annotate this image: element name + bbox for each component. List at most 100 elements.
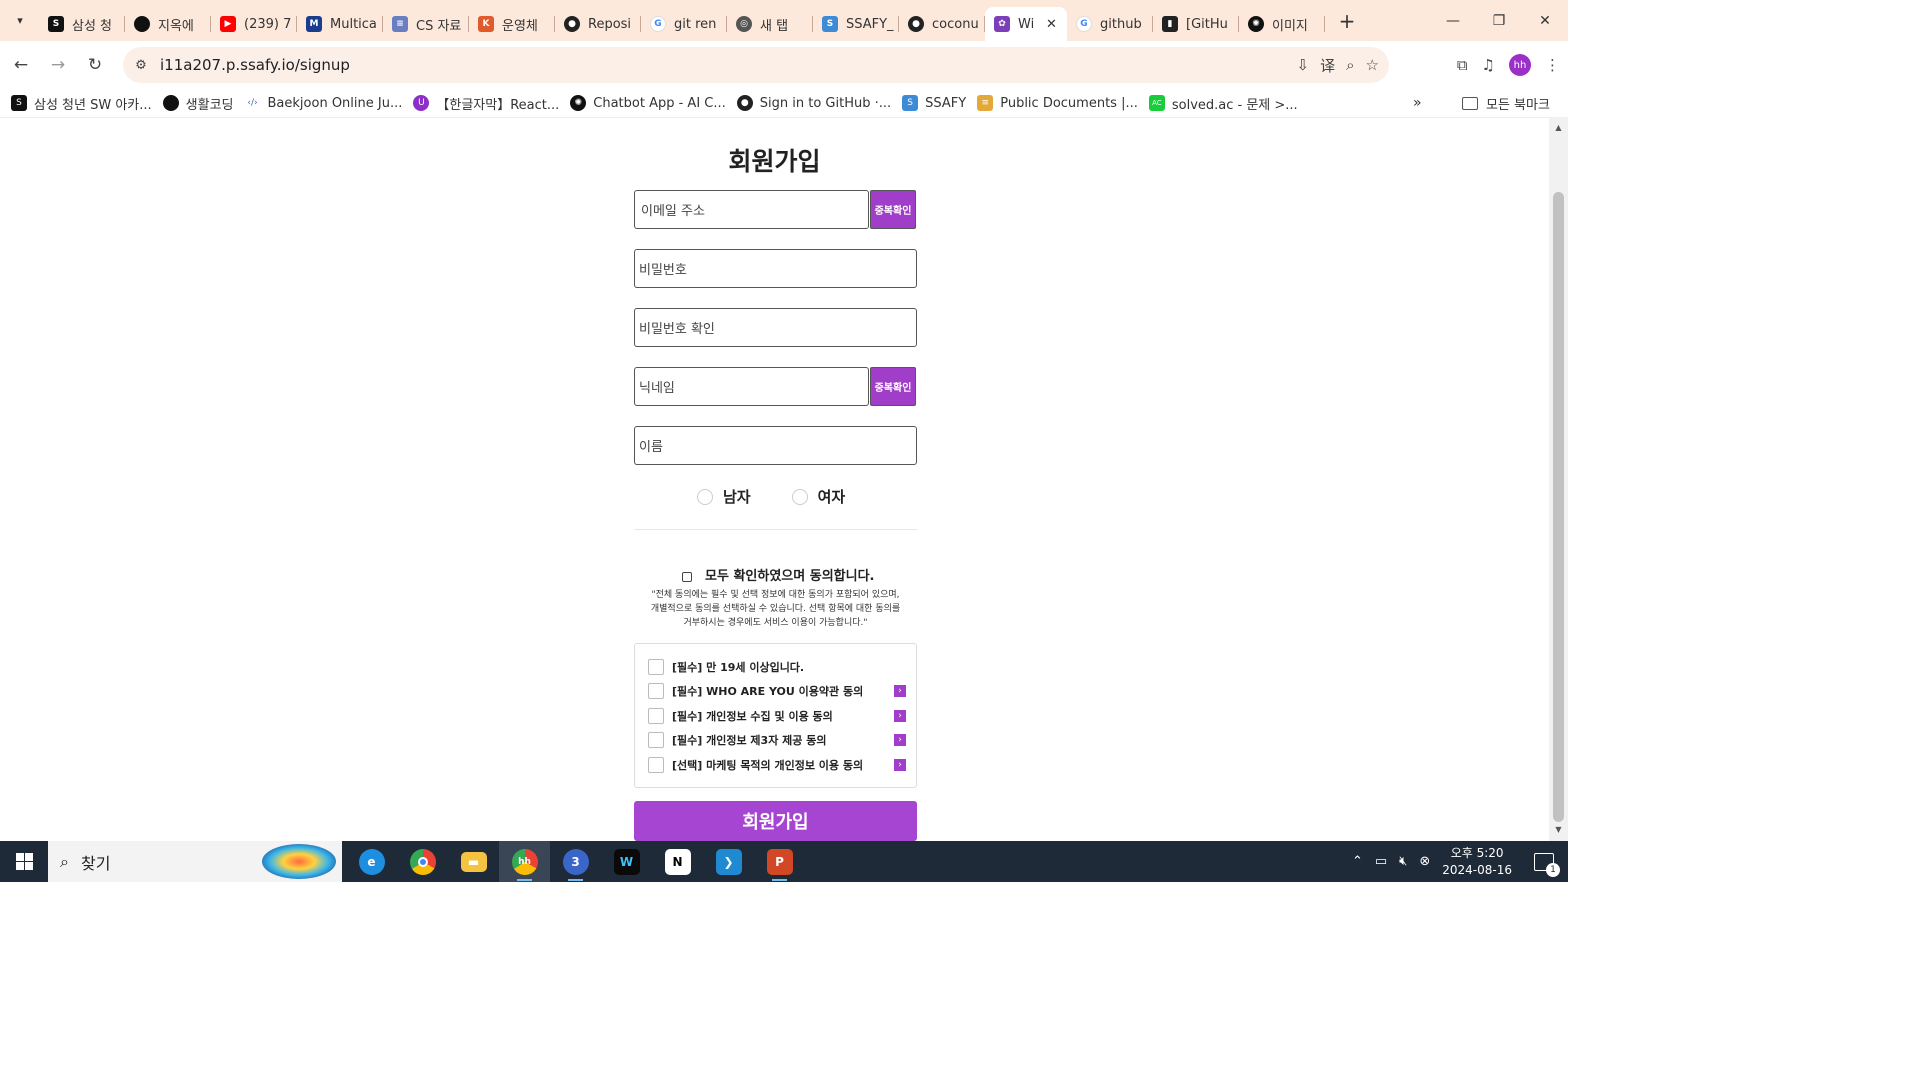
bookmark-star-icon[interactable]: ☆ bbox=[1366, 56, 1379, 74]
bookmark-label: Public Documents |... bbox=[1000, 95, 1138, 111]
bookmark-item[interactable]: S 삼성 청년 SW 아카... bbox=[11, 94, 152, 113]
tab-search-chevron-icon[interactable]: ▾ bbox=[7, 8, 33, 34]
bookmark-item[interactable]: AC solved.ac - 문제 >... bbox=[1148, 94, 1298, 113]
tab[interactable]: ● coconu bbox=[899, 7, 985, 41]
term-checkbox[interactable] bbox=[648, 757, 664, 773]
taskbar-search[interactable]: ⌕ 찾기 bbox=[48, 841, 342, 882]
gender-female-radio[interactable] bbox=[791, 488, 808, 505]
page-scrollbar[interactable]: ▲ ▼ bbox=[1549, 117, 1568, 841]
bookmark-item[interactable]: ✺ Chatbot App - AI C... bbox=[570, 95, 726, 111]
new-tab-button[interactable]: + bbox=[1333, 7, 1361, 35]
circle-icon bbox=[162, 95, 179, 111]
webex-icon[interactable]: W bbox=[601, 841, 652, 882]
tab[interactable]: 지옥에 bbox=[125, 7, 211, 41]
tab[interactable]: ▶ (239) 7 bbox=[211, 7, 297, 41]
tab[interactable]: Ggit ren bbox=[641, 7, 727, 41]
back-icon[interactable]: ← bbox=[5, 49, 37, 81]
gender-female-label[interactable]: 여자 bbox=[818, 486, 846, 507]
reload-icon[interactable]: ↻ bbox=[79, 49, 111, 81]
tab[interactable]: ● Reposi bbox=[555, 7, 641, 41]
scroll-up-icon[interactable]: ▲ bbox=[1549, 123, 1568, 135]
volume-muted-icon[interactable]: 🔇︎ bbox=[1399, 854, 1407, 869]
bookmark-item[interactable]: 생활코딩 bbox=[162, 94, 234, 113]
chevron-right-icon[interactable]: › bbox=[894, 734, 906, 746]
gender-male-radio[interactable] bbox=[697, 488, 713, 505]
agree-all-checkbox[interactable] bbox=[682, 572, 692, 582]
bookmark-item[interactable]: U 【한글자막】React... bbox=[413, 94, 559, 113]
signup-submit-button[interactable]: 회원가입 bbox=[634, 801, 917, 841]
chrome-badge-icon[interactable]: 3 bbox=[550, 841, 601, 882]
avatar[interactable]: hh bbox=[1509, 54, 1531, 76]
tab[interactable]: ▮ [GitHu bbox=[1153, 7, 1239, 41]
all-bookmarks-button[interactable]: 모든 북마크 bbox=[1462, 89, 1550, 117]
tab[interactable]: K 운영체 bbox=[469, 7, 555, 41]
scroll-thumb[interactable] bbox=[1553, 192, 1564, 822]
media-control-icon[interactable]: ♫ bbox=[1482, 56, 1495, 74]
scroll-down-icon[interactable]: ▼ bbox=[1549, 825, 1568, 837]
browser-toolbar: ← → ↻ ⚙ i11a207.p.ssafy.io/signup ⇩ 译 ⌕ … bbox=[0, 41, 1568, 89]
edge-icon[interactable]: e bbox=[346, 841, 397, 882]
file-explorer-icon[interactable]: ▬ bbox=[448, 841, 499, 882]
site-info-icon[interactable]: ⚙ bbox=[128, 52, 154, 78]
chrome-profile-icon[interactable]: hh bbox=[499, 841, 550, 882]
email-dup-check-button[interactable]: 중복확인 bbox=[870, 190, 916, 229]
bookmark-item[interactable]: ● Sign in to GitHub ·... bbox=[736, 95, 891, 111]
bookmark-item[interactable]: S SSAFY bbox=[902, 95, 966, 111]
tab[interactable]: M Multica bbox=[297, 7, 383, 41]
tab-active[interactable]: ✿ Wi ✕ bbox=[985, 7, 1067, 41]
tab[interactable]: ✺ 이미지 bbox=[1239, 7, 1325, 41]
solvedac-icon: AC bbox=[1148, 95, 1165, 111]
taskbar: ⌕ 찾기 e ▬ hh 3 W N ❯ P ⌃ ▭ 🔇︎ ⊗ 오후 5:20 2… bbox=[0, 841, 1568, 882]
password-field[interactable]: 비밀번호 bbox=[634, 249, 917, 288]
password-confirm-field[interactable]: 비밀번호 확인 bbox=[634, 308, 917, 347]
menu-icon[interactable]: ⋮ bbox=[1545, 56, 1560, 74]
address-bar[interactable]: ⚙ i11a207.p.ssafy.io/signup ⇩ 译 ⌕ ☆ bbox=[123, 47, 1389, 83]
close-tab-icon[interactable]: ✕ bbox=[1046, 17, 1057, 32]
chrome-icon: ◎ bbox=[736, 16, 752, 32]
start-button[interactable] bbox=[0, 841, 48, 882]
extensions-icon[interactable]: ⧉ bbox=[1457, 56, 1468, 74]
minimize-icon[interactable]: — bbox=[1430, 0, 1476, 41]
name-field[interactable]: 이름 bbox=[634, 426, 917, 465]
ime-icon[interactable]: ⊗ bbox=[1419, 854, 1430, 869]
translate-icon[interactable]: 译 bbox=[1320, 55, 1335, 76]
tab[interactable]: ◎ 새 탭 bbox=[727, 7, 813, 41]
zoom-icon[interactable]: ⌕ bbox=[1346, 56, 1354, 74]
tab-title: Reposi bbox=[588, 16, 632, 32]
powerpoint-icon[interactable]: P bbox=[754, 841, 805, 882]
chrome-icon[interactable] bbox=[397, 841, 448, 882]
notion-icon[interactable]: N bbox=[652, 841, 703, 882]
notification-icon[interactable]: 1 bbox=[1534, 852, 1560, 877]
agree-all-label[interactable]: 모두 확인하였으며 동의합니다. bbox=[705, 565, 874, 584]
tab[interactable]: S 삼성 청 bbox=[39, 7, 125, 41]
close-window-icon[interactable]: ✕ bbox=[1522, 0, 1568, 41]
bookmark-item[interactable]: ≡ Public Documents |... bbox=[977, 95, 1138, 111]
nickname-field[interactable]: 닉네임 bbox=[634, 367, 869, 406]
clock[interactable]: 오후 5:20 2024-08-16 bbox=[1442, 845, 1512, 879]
term-checkbox[interactable] bbox=[648, 683, 664, 699]
gender-male-label[interactable]: 남자 bbox=[723, 486, 751, 507]
chevron-right-icon[interactable]: › bbox=[894, 685, 906, 697]
chevron-right-icon[interactable]: › bbox=[894, 759, 906, 771]
term-checkbox[interactable] bbox=[648, 708, 664, 724]
bookmark-item[interactable]: ‹/› Baekjoon Online Ju... bbox=[244, 95, 402, 111]
note-line: 개별적으로 동의를 선택하실 수 있습니다. 선택 항목에 대한 동의를 bbox=[650, 604, 901, 614]
tab[interactable]: S SSAFY_ bbox=[813, 7, 899, 41]
tab[interactable]: Ggithub bbox=[1067, 7, 1153, 41]
nickname-dup-check-button[interactable]: 중복확인 bbox=[870, 367, 916, 406]
term-checkbox[interactable] bbox=[648, 659, 664, 675]
more-bookmarks-icon[interactable]: » bbox=[1413, 89, 1422, 117]
tab-title: Multica bbox=[330, 16, 377, 32]
samsung-icon: S bbox=[11, 95, 27, 111]
vscode-icon[interactable]: ❯ bbox=[703, 841, 754, 882]
chevron-right-icon[interactable]: › bbox=[894, 710, 906, 722]
url-text[interactable]: i11a207.p.ssafy.io/signup bbox=[160, 56, 350, 74]
chevron-up-icon[interactable]: ⌃ bbox=[1352, 854, 1363, 869]
install-app-icon[interactable]: ⇩ bbox=[1297, 56, 1310, 74]
email-field[interactable]: 이메일 주소 bbox=[634, 190, 869, 229]
battery-icon[interactable]: ▭ bbox=[1375, 854, 1387, 869]
forward-icon[interactable]: → bbox=[42, 49, 74, 81]
tab[interactable]: ≡ CS 자료 bbox=[383, 7, 469, 41]
term-checkbox[interactable] bbox=[648, 732, 664, 748]
restore-icon[interactable]: ❐ bbox=[1476, 0, 1522, 41]
